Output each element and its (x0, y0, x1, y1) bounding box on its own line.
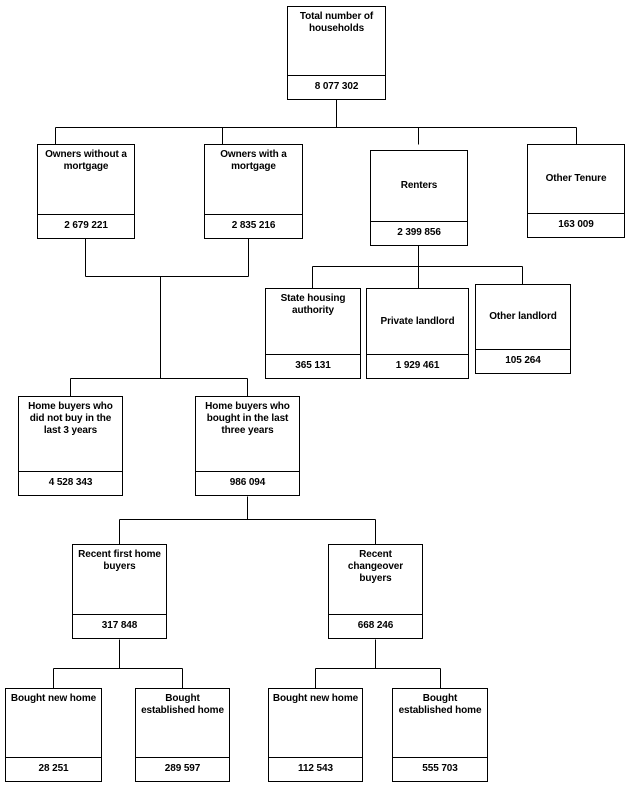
node-renters[interactable]: Renters 2 399 856 (370, 150, 468, 246)
node-owners-with-mortgage[interactable]: Owners with a mortgage 2 835 216 (204, 144, 303, 239)
node-changeover-bought-new-home-value: 112 543 (269, 757, 362, 781)
node-home-buyers-recent-value: 986 094 (196, 471, 299, 495)
node-changeover-bought-new-home-label: Bought new home (272, 693, 359, 704)
node-recent-first-home-buyers-value: 317 848 (73, 614, 166, 638)
node-first-bought-new-home[interactable]: Bought new home 28 251 (5, 688, 102, 782)
node-changeover-bought-established-home-label: Bought established home (398, 693, 482, 716)
connector-lines (53, 99, 577, 689)
node-other-tenure-value: 163 009 (528, 213, 624, 237)
node-state-housing-authority-label: State housing authority (280, 293, 346, 316)
node-first-bought-established-home-label: Bought established home (141, 693, 224, 716)
node-owners-with-mortgage-label: Owners with a mortgage (220, 149, 287, 172)
node-private-landlord[interactable]: Private landlord 1 929 461 (366, 288, 469, 379)
node-home-buyers-not-recent[interactable]: Home buyers who did not buy in the last … (18, 396, 123, 496)
node-total-households-value: 8 077 302 (288, 75, 385, 99)
node-total-households-label: Total number of households (299, 11, 374, 34)
node-private-landlord-value: 1 929 461 (367, 354, 468, 378)
node-changeover-bought-new-home[interactable]: Bought new home 112 543 (268, 688, 363, 782)
node-first-bought-new-home-label: Bought new home (10, 693, 97, 704)
node-recent-first-home-buyers[interactable]: Recent first home buyers 317 848 (72, 544, 167, 639)
node-first-bought-new-home-value: 28 251 (6, 757, 101, 781)
node-other-landlord[interactable]: Other landlord 105 264 (475, 284, 571, 374)
node-state-housing-authority[interactable]: State housing authority 365 131 (265, 288, 361, 379)
node-owners-without-mortgage[interactable]: Owners without a mortgage 2 679 221 (37, 144, 135, 239)
node-renters-label: Renters (400, 180, 438, 191)
node-other-tenure-label: Other Tenure (545, 173, 607, 184)
node-renters-value: 2 399 856 (371, 221, 467, 245)
node-owners-without-mortgage-label: Owners without a mortgage (45, 149, 127, 172)
node-home-buyers-not-recent-value: 4 528 343 (19, 471, 122, 495)
node-state-housing-authority-value: 365 131 (266, 354, 360, 378)
node-other-tenure[interactable]: Other Tenure 163 009 (527, 144, 625, 238)
node-home-buyers-not-recent-label: Home buyers who did not buy in the last … (28, 401, 113, 436)
node-other-landlord-value: 105 264 (476, 349, 570, 373)
node-owners-without-mortgage-value: 2 679 221 (38, 214, 134, 238)
node-recent-first-home-buyers-label: Recent first home buyers (78, 549, 161, 572)
node-first-bought-established-home-value: 289 597 (136, 757, 229, 781)
node-recent-changeover-buyers[interactable]: Recent changeover buyers 668 246 (328, 544, 423, 639)
node-total-households[interactable]: Total number of households 8 077 302 (287, 6, 386, 100)
diagram-canvas: Total number of households 8 077 302 Own… (0, 0, 631, 790)
node-changeover-bought-established-home-value: 555 703 (393, 757, 487, 781)
node-other-landlord-label: Other landlord (489, 311, 557, 322)
node-changeover-bought-established-home[interactable]: Bought established home 555 703 (392, 688, 488, 782)
node-recent-changeover-buyers-label: Recent changeover buyers (347, 549, 404, 584)
node-first-bought-established-home[interactable]: Bought established home 289 597 (135, 688, 230, 782)
node-recent-changeover-buyers-value: 668 246 (329, 614, 422, 638)
node-private-landlord-label: Private landlord (380, 315, 455, 327)
node-home-buyers-recent[interactable]: Home buyers who bought in the last three… (195, 396, 300, 496)
node-owners-with-mortgage-value: 2 835 216 (205, 214, 302, 238)
node-home-buyers-recent-label: Home buyers who bought in the last three… (205, 401, 290, 436)
